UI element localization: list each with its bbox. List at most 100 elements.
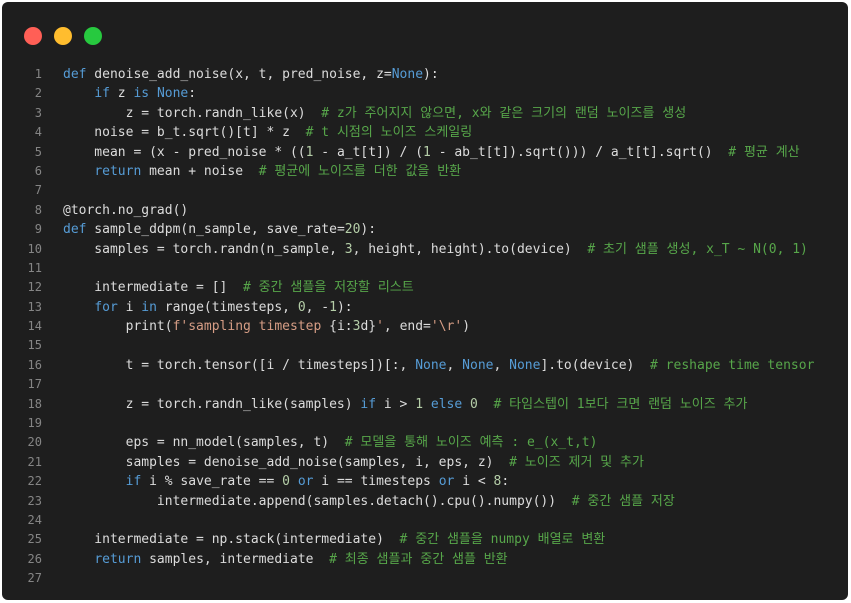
code-token: # 중간 샘플을 저장할 리스트: [243, 280, 414, 296]
code-text: noise = b_t.sqrt()[t] * z # t 시점의 노이즈 스케…: [63, 123, 472, 142]
code-line: 20 eps = nn_model(samples, t) # 모델을 통해 노…: [2, 433, 848, 452]
code-token: - ab_t[t]).sqrt())) / a_t[t].sqrt(): [430, 144, 729, 160]
code-token: ,: [493, 357, 510, 373]
code-text: if z is None:: [63, 84, 196, 103]
code-token: None: [415, 357, 447, 373]
code-token: def: [63, 222, 87, 238]
code-token: ):: [423, 67, 439, 82]
code-token: ,: [446, 357, 463, 373]
line-number: 18: [27, 396, 42, 411]
code-token: z = torch.randn_like(samples): [63, 396, 361, 412]
line-number: 11: [27, 260, 42, 275]
code-token: , -: [305, 299, 330, 315]
code-text: for i in range(timesteps, 0, -1):: [63, 298, 352, 317]
code-line: 6 return mean + noise # 평균에 노이즈를 더한 값을 반…: [2, 162, 848, 181]
line-number: 15: [27, 338, 42, 353]
code-text: z = torch.randn_like(samples) if i > 1 e…: [63, 395, 748, 414]
code-token: noise = b_t.sqrt()[t] * z: [63, 125, 306, 141]
line-number: 3: [34, 105, 42, 120]
code-token: t = torch.tensor([i / timesteps])[:,: [63, 357, 416, 373]
code-token: '\r': [430, 319, 463, 335]
line-number: 27: [27, 571, 42, 586]
code-token: z = torch.randn_like(x): [63, 105, 322, 121]
code-line: 26 return samples, intermediate # 최종 샘플과…: [2, 550, 848, 569]
code-token: print(: [63, 319, 173, 335]
code-token: # 중간 샘플을 numpy 배열로 변환: [399, 532, 606, 548]
code-line: 1 def denoise_add_noise(x, t, pred_noise,…: [2, 65, 848, 84]
code-token: samples, intermediate: [141, 551, 330, 567]
code-token: eps = nn_model(samples, t): [63, 435, 345, 451]
code-token: def: [63, 67, 87, 82]
code-token: i % save_rate ==: [141, 474, 283, 490]
code-line: 14 print(f'sampling timestep {i:3d}', en…: [2, 317, 848, 336]
code-token: None: [509, 357, 541, 373]
line-number: 12: [27, 280, 42, 295]
code-token: # 초기 샘플 생성, x_T ~ N(0, 1): [587, 241, 808, 257]
code-text: eps = nn_model(samples, t) # 모델을 통해 노이즈 …: [63, 433, 598, 452]
code-line: 8 @torch.no_grad(): [2, 201, 848, 220]
code-token: , height, height).to(device): [352, 241, 588, 257]
line-number: 16: [27, 357, 42, 372]
code-token: {i:: [329, 319, 353, 335]
code-token: - a_t[t]) / (: [313, 144, 424, 160]
code-token: 1: [329, 299, 337, 315]
code-token: d}: [360, 319, 377, 335]
line-number: 17: [27, 377, 42, 392]
code-token: z: [109, 86, 134, 102]
code-line: 7: [2, 181, 848, 200]
code-line: 23 intermediate.append(samples.detach().…: [2, 492, 848, 511]
code-line: 25 intermediate = np.stack(intermediate)…: [2, 530, 848, 549]
code-line: 24: [2, 511, 848, 530]
code-token: or: [297, 474, 314, 490]
code-line: 13 for i in range(timesteps, 0, -1):: [2, 298, 848, 317]
code-token: intermediate = []: [63, 280, 244, 296]
code-token: in: [141, 299, 157, 315]
code-token: if: [125, 474, 142, 490]
code-line: 21 samples = denoise_add_noise(samples, …: [2, 453, 848, 472]
code-token: # z가 주어지지 않으면, x와 같은 크기의 랜덤 노이즈를 생성: [321, 105, 687, 121]
code-token: or: [438, 474, 455, 490]
line-number: 26: [27, 551, 42, 566]
code-line: 27: [2, 569, 848, 588]
code-line: 9 def sample_ddpm(n_sample, save_rate=20)…: [2, 220, 848, 239]
line-number: 20: [27, 435, 42, 450]
code-token: ].to(device): [540, 357, 651, 373]
code-token: mean = (x - pred_noise * ((: [63, 144, 306, 160]
code-token: 0: [470, 396, 478, 412]
code-text: z = torch.randn_like(x) # z가 주어지지 않으면, x…: [63, 104, 687, 123]
code-line: 4 noise = b_t.sqrt()[t] * z # t 시점의 노이즈 …: [2, 123, 848, 142]
line-number: 4: [34, 125, 42, 140]
code-text: mean = (x - pred_noise * ((1 - a_t[t]) /…: [63, 143, 800, 162]
maximize-button[interactable]: [84, 27, 102, 45]
code-line: 16 t = torch.tensor([i / timesteps])[:, …: [2, 356, 848, 375]
code-token: i: [117, 299, 142, 315]
code-token: mean + noise: [141, 163, 259, 179]
code-editor[interactable]: 1 def denoise_add_noise(x, t, pred_noise,…: [2, 65, 848, 589]
code-token: 0: [282, 474, 290, 490]
minimize-button[interactable]: [54, 27, 72, 45]
code-window: 1 def denoise_add_noise(x, t, pred_noise,…: [2, 2, 848, 600]
code-token: intermediate.append(samples.detach().cpu…: [63, 493, 572, 509]
code-token: # 모델을 통해 노이즈 예측 : e_(x_t,t): [344, 435, 598, 451]
close-button[interactable]: [24, 27, 42, 45]
code-line: 17: [2, 375, 848, 394]
line-number: 7: [34, 183, 42, 198]
line-number: 21: [27, 454, 42, 469]
code-token: # 최종 샘플과 중간 샘플 반환: [329, 551, 508, 567]
code-token: # reshape time tensor: [650, 357, 815, 373]
code-text: intermediate.append(samples.detach().cpu…: [63, 492, 675, 511]
code-token: # 평균 계산: [728, 144, 800, 160]
code-text: def denoise_add_noise(x, t, pred_noise, …: [63, 65, 439, 84]
code-token: intermediate = np.stack(intermediate): [63, 532, 400, 548]
code-line: 10 samples = torch.randn(n_sample, 3, he…: [2, 240, 848, 259]
code-token: denoise_add_noise(x, t, pred_noise, z=: [86, 67, 392, 82]
code-line: 18 z = torch.randn_like(samples) if i > …: [2, 395, 848, 414]
line-number: 19: [27, 416, 42, 431]
code-token: # 노이즈 제거 및 추가: [509, 454, 644, 470]
